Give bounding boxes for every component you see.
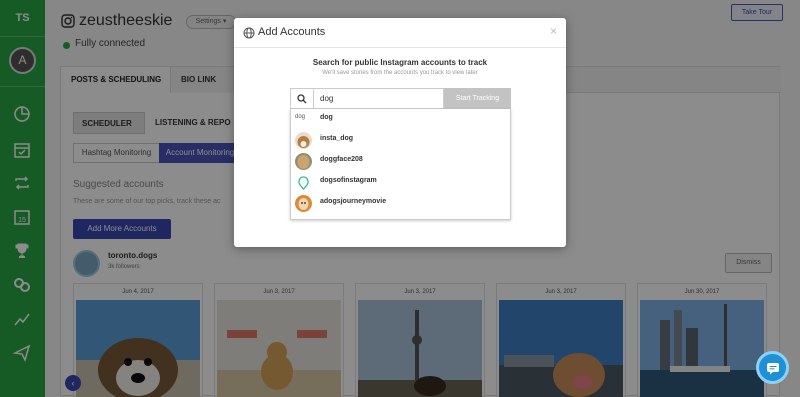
list-item[interactable]: insta_dog bbox=[291, 130, 510, 151]
add-accounts-modal: Add Accounts × Search for public Instagr… bbox=[234, 18, 566, 247]
search-icon bbox=[290, 88, 313, 109]
modal-heading: Search for public Instagram accounts to … bbox=[312, 58, 488, 67]
result-avatar bbox=[295, 153, 312, 170]
result-label: doggface208 bbox=[320, 156, 363, 163]
result-avatar bbox=[295, 132, 312, 149]
modal-subheading: We'll save stories from the accounts you… bbox=[322, 70, 478, 76]
search-bar: Start Tracking bbox=[290, 88, 511, 109]
modal-header: Add Accounts × bbox=[234, 18, 566, 48]
list-item[interactable]: doggface208 bbox=[291, 151, 510, 172]
list-item[interactable]: dog dog bbox=[291, 109, 510, 130]
globe-icon bbox=[243, 27, 255, 39]
result-label: dogsofinstagram bbox=[320, 177, 377, 184]
modal-title: Add Accounts bbox=[258, 26, 326, 38]
chat-support-button[interactable] bbox=[756, 351, 789, 384]
search-results-dropdown: dog dog insta_dog doggface208 dogsofinst… bbox=[290, 109, 511, 220]
result-avatar bbox=[295, 174, 312, 191]
result-label: adogsjourneymovie bbox=[320, 198, 387, 205]
result-label: insta_dog bbox=[320, 135, 354, 142]
list-item[interactable]: adogsjourneymovie bbox=[291, 193, 510, 214]
list-item[interactable]: dogsofinstagram bbox=[291, 172, 510, 193]
result-avatar-text: dog bbox=[295, 114, 306, 120]
start-tracking-button[interactable]: Start Tracking bbox=[444, 88, 511, 109]
close-icon[interactable]: × bbox=[550, 24, 557, 38]
result-avatar bbox=[295, 195, 312, 212]
result-label: dog bbox=[320, 114, 333, 121]
chat-icon bbox=[767, 363, 779, 375]
search-input[interactable] bbox=[313, 88, 444, 109]
